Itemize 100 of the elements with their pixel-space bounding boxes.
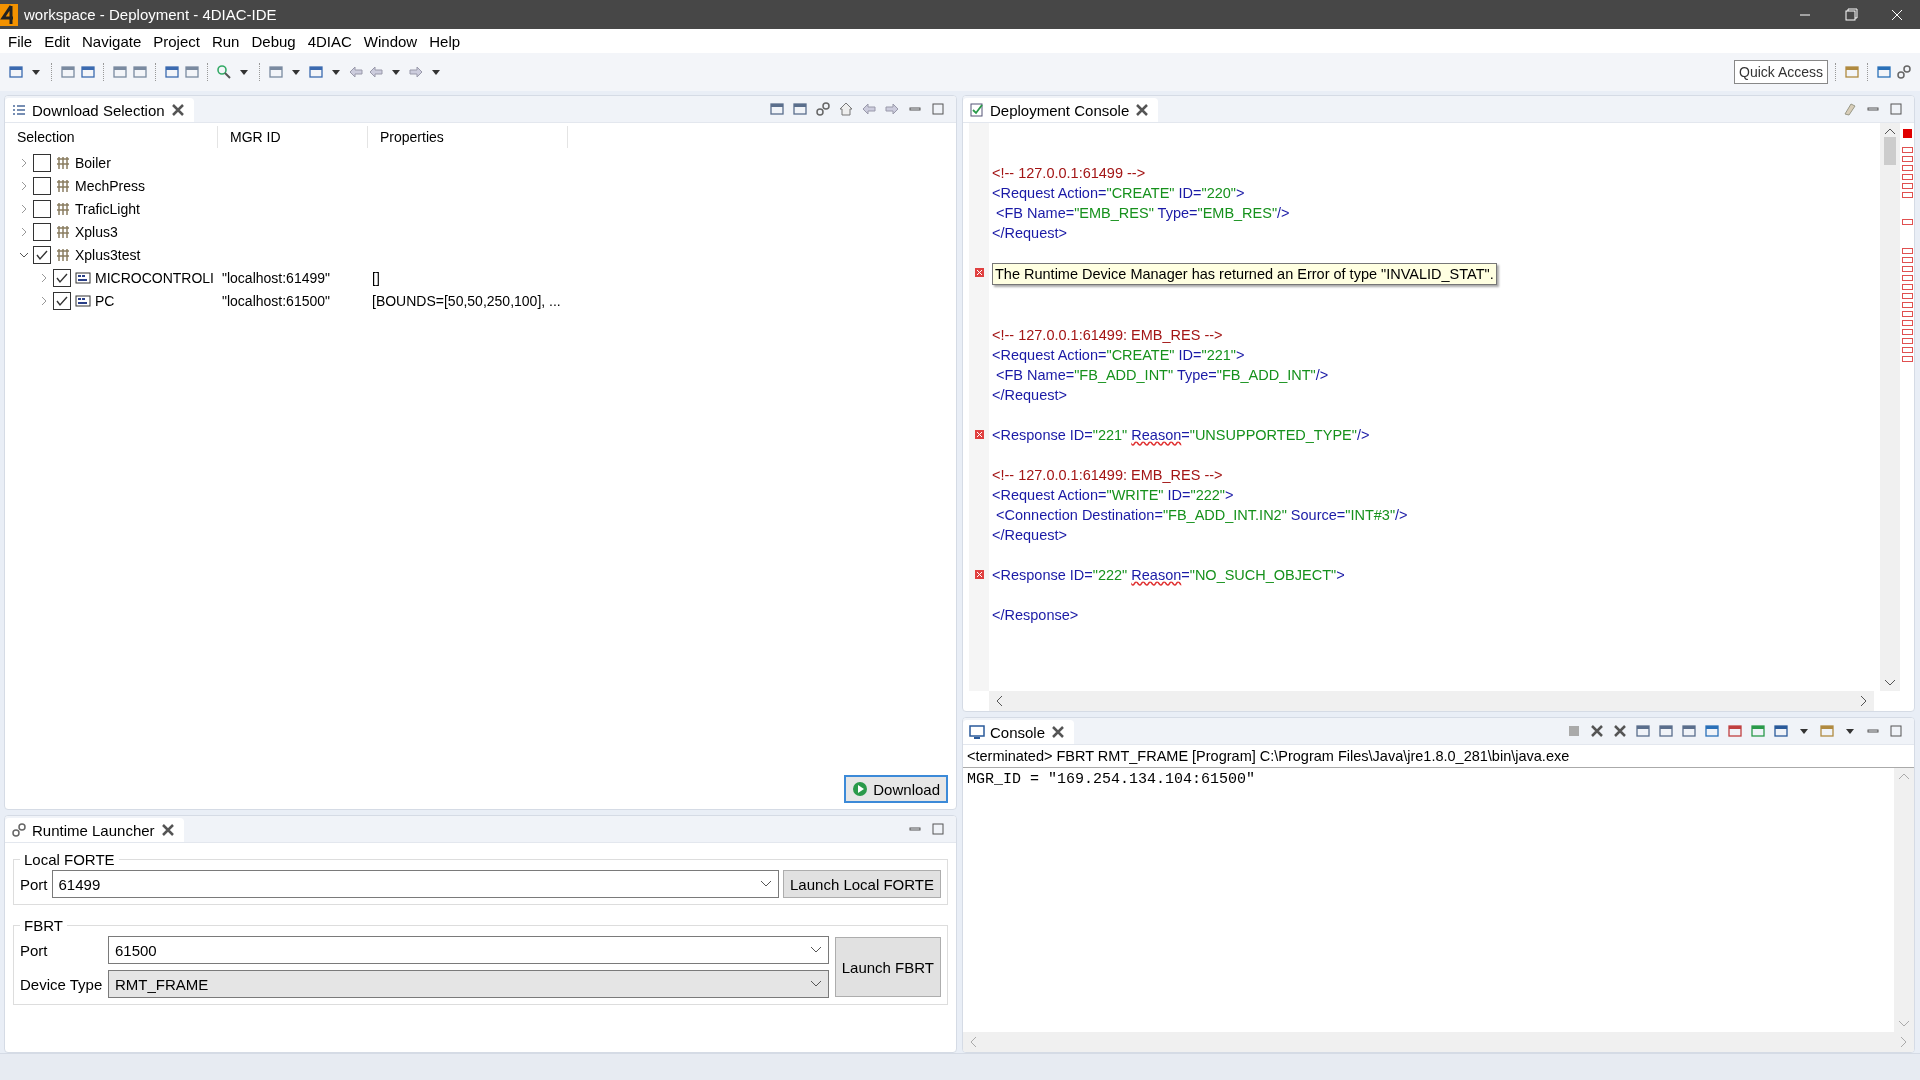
toolbar-icon[interactable] (1658, 723, 1674, 739)
code-line: <Request Action="CREATE" ID="220"> (992, 184, 1246, 203)
close-icon[interactable] (1050, 724, 1067, 740)
checkbox[interactable] (33, 176, 51, 195)
error-indicator (1902, 129, 1912, 138)
menu-item[interactable]: Edit (38, 32, 77, 50)
port-combo[interactable]: 61499 (51, 870, 780, 898)
scrollbar-thumb[interactable] (1884, 137, 1896, 165)
checkbox[interactable] (53, 268, 71, 287)
back-arrow-icon[interactable] (861, 101, 877, 117)
close-icon[interactable] (1134, 102, 1151, 118)
checkbox[interactable] (33, 199, 51, 218)
menu-item[interactable]: Help (423, 32, 467, 50)
toolbar-icon[interactable] (8, 64, 24, 80)
code-line: </Request> (992, 224, 1068, 243)
checkbox[interactable] (33, 222, 51, 241)
quick-access-field[interactable]: Quick Access (1734, 60, 1828, 84)
grid-icon (55, 154, 71, 171)
field-label: Device Type (20, 975, 104, 993)
process-description: <terminated> FBRT RMT_FRAME [Program] C:\Program Files\Java\jre1.8.0_281\bin\java.exe (963, 745, 1914, 768)
grid-icon (55, 177, 71, 194)
home-icon[interactable] (838, 101, 854, 117)
menu-item[interactable]: Window (357, 32, 424, 50)
table-cell: [] (372, 269, 380, 286)
menu-item[interactable]: Run (205, 32, 246, 50)
toolbar-icon[interactable] (112, 64, 128, 80)
toolbar-icon[interactable] (1819, 723, 1835, 739)
field-label: Port (20, 875, 48, 893)
group-title: Local FORTE (23, 851, 116, 868)
tree-item-label[interactable]: Xplus3 (75, 223, 118, 240)
column-header[interactable]: MGR ID (230, 129, 281, 145)
window-title: workspace - Deployment - 4DIAC-IDE (24, 6, 278, 23)
toolbar-icon[interactable] (80, 64, 96, 80)
scroll-right-icon[interactable] (1860, 695, 1868, 707)
checkbox[interactable] (53, 291, 71, 310)
scroll-left-icon[interactable] (995, 695, 1003, 707)
checkbox[interactable] (33, 153, 51, 172)
list-icon (11, 102, 27, 118)
dropdown-caret-icon[interactable] (809, 946, 822, 954)
checkbox[interactable] (33, 245, 51, 264)
toolbar-icon[interactable] (184, 64, 200, 80)
toolbar-icon[interactable] (132, 64, 148, 80)
field-label: Port (20, 941, 49, 959)
forward-arrow-icon[interactable] (884, 101, 900, 117)
table-cell: [BOUNDS=[50,50,250,100], ... (372, 292, 561, 309)
column-header[interactable]: Selection (17, 129, 75, 145)
close-icon[interactable] (169, 102, 186, 118)
toolbar-icon[interactable] (60, 64, 76, 80)
device-type-combo[interactable]: RMT_FRAME (108, 970, 829, 998)
menu-item[interactable]: File (2, 32, 39, 50)
menu-item[interactable]: 4DIAC (301, 32, 358, 50)
scroll-down-icon[interactable] (1884, 679, 1896, 687)
close-icon[interactable] (159, 822, 176, 838)
code-line: <!-- 127.0.0.1:61499: EMB_RES --> (992, 326, 1224, 345)
grid-icon (55, 246, 71, 263)
tree-item-label[interactable]: MechPress (75, 177, 146, 194)
toolbar-icon[interactable] (164, 64, 180, 80)
tree-item-label[interactable]: Boiler (75, 154, 111, 171)
remove-icon[interactable] (1589, 723, 1605, 739)
menu-item[interactable]: Navigate (76, 32, 148, 50)
tree-item-label[interactable]: Xplus3test (75, 246, 141, 263)
checklist-icon (969, 102, 985, 118)
toolbar-icon[interactable] (1635, 723, 1651, 739)
grid-icon (55, 200, 71, 217)
play-icon (852, 781, 869, 797)
launch-fbrt-button[interactable]: Launch FBRT (834, 937, 941, 997)
toolbar-icon[interactable] (1681, 723, 1697, 739)
tree-item-label[interactable]: MICROCONTROLI (95, 269, 214, 286)
toolbar-icon[interactable] (1727, 723, 1743, 739)
error-marker-icon (974, 570, 984, 579)
search-icon[interactable] (216, 64, 232, 80)
monitor-icon[interactable] (1773, 723, 1789, 739)
table-cell: "localhost:61500" (222, 292, 330, 309)
code-line: <!-- 127.0.0.1:61499 --> (992, 164, 1147, 183)
menu-item[interactable]: Debug (245, 32, 302, 50)
toolbar-icon[interactable] (1704, 723, 1720, 739)
toolbar-icon[interactable] (1750, 723, 1766, 739)
code-line: </Request> (992, 526, 1068, 545)
launch-local-forte-button[interactable]: Launch Local FORTE (783, 870, 941, 898)
port-combo[interactable]: 61500 (108, 936, 829, 964)
gears-icon[interactable] (11, 822, 27, 838)
toolbar-icon[interactable] (308, 64, 324, 80)
dropdown-caret-icon[interactable] (760, 880, 773, 888)
download-button[interactable]: Download (844, 775, 948, 803)
tree-item-label[interactable]: PC (95, 292, 115, 309)
device-icon (75, 292, 91, 309)
code-line: <Request Action="WRITE" ID="222"> (992, 486, 1235, 505)
dropdown-caret-icon[interactable] (809, 980, 822, 988)
gears-icon[interactable] (1896, 64, 1912, 80)
app-logo-icon (0, 3, 18, 26)
group-title: FBRT (23, 917, 64, 934)
monitor-icon (969, 724, 985, 740)
code-line: <Request Action="CREATE" ID="221"> (992, 346, 1246, 365)
error-tooltip: The Runtime Device Manager has returned an Error of type "INVALID_STAT". (992, 263, 1497, 285)
table-cell: "localhost:61499" (222, 269, 330, 286)
scroll-up-icon[interactable] (1884, 127, 1896, 135)
code-line: <Connection Destination="FB_ADD_INT.IN2" Source="INT#3"/> (995, 506, 1408, 525)
column-header[interactable]: Properties (380, 129, 444, 145)
tree-item-label[interactable]: TraficLight (75, 200, 140, 217)
menu-item[interactable]: Project (147, 32, 206, 50)
